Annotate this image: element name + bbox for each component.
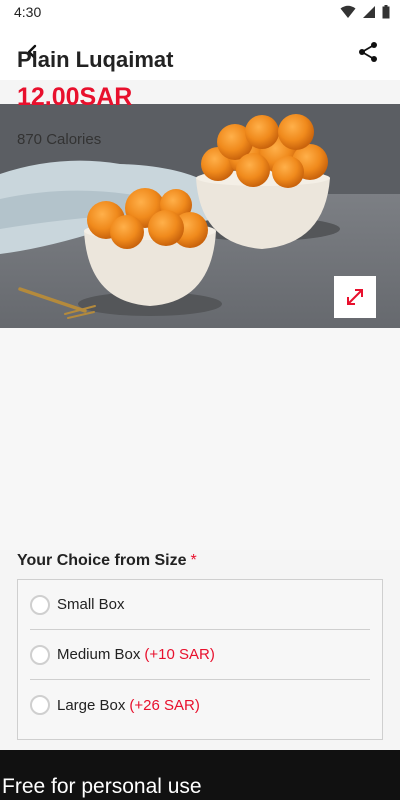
size-options: Small Box Medium Box (+10 SAR) Large Box… xyxy=(17,579,383,740)
required-mark: * xyxy=(190,552,197,569)
status-icons xyxy=(340,5,390,19)
size-option-small[interactable]: Small Box xyxy=(30,580,370,630)
banner-text: Free for personal use xyxy=(2,775,202,798)
product-name: Plain Luqaimat xyxy=(17,47,174,72)
option-extra-price: (+26 SAR) xyxy=(129,696,200,714)
radio-button[interactable] xyxy=(30,644,50,665)
radio-button[interactable] xyxy=(30,695,50,715)
size-choice-label: Your Choice from Size xyxy=(17,552,187,569)
share-icon xyxy=(359,42,377,62)
wifi-icon xyxy=(340,5,356,18)
option-label: Small Box xyxy=(57,596,125,613)
status-time: 4:30 xyxy=(14,4,42,20)
option-label: Medium Box xyxy=(57,646,141,663)
status-bar: 4:30 xyxy=(0,0,400,24)
signal-icon xyxy=(363,6,375,18)
product-calories: 870 Calories xyxy=(17,131,102,148)
size-option-medium[interactable]: Medium Box (+10 SAR) xyxy=(30,630,370,680)
expand-icon xyxy=(347,289,363,305)
battery-icon xyxy=(382,5,390,19)
share-button[interactable] xyxy=(352,36,384,68)
size-option-large[interactable]: Large Box (+26 SAR) xyxy=(30,680,370,730)
size-choice-title: Your Choice from Size * xyxy=(17,552,197,570)
expand-image-button[interactable] xyxy=(334,276,376,318)
product-info xyxy=(0,328,400,550)
bottom-banner: Free for personal use xyxy=(0,750,400,800)
product-price: 12.00SAR xyxy=(17,83,133,111)
option-extra-price: (+10 SAR) xyxy=(144,646,215,663)
radio-button[interactable] xyxy=(30,594,50,615)
option-label: Large Box xyxy=(57,696,126,714)
